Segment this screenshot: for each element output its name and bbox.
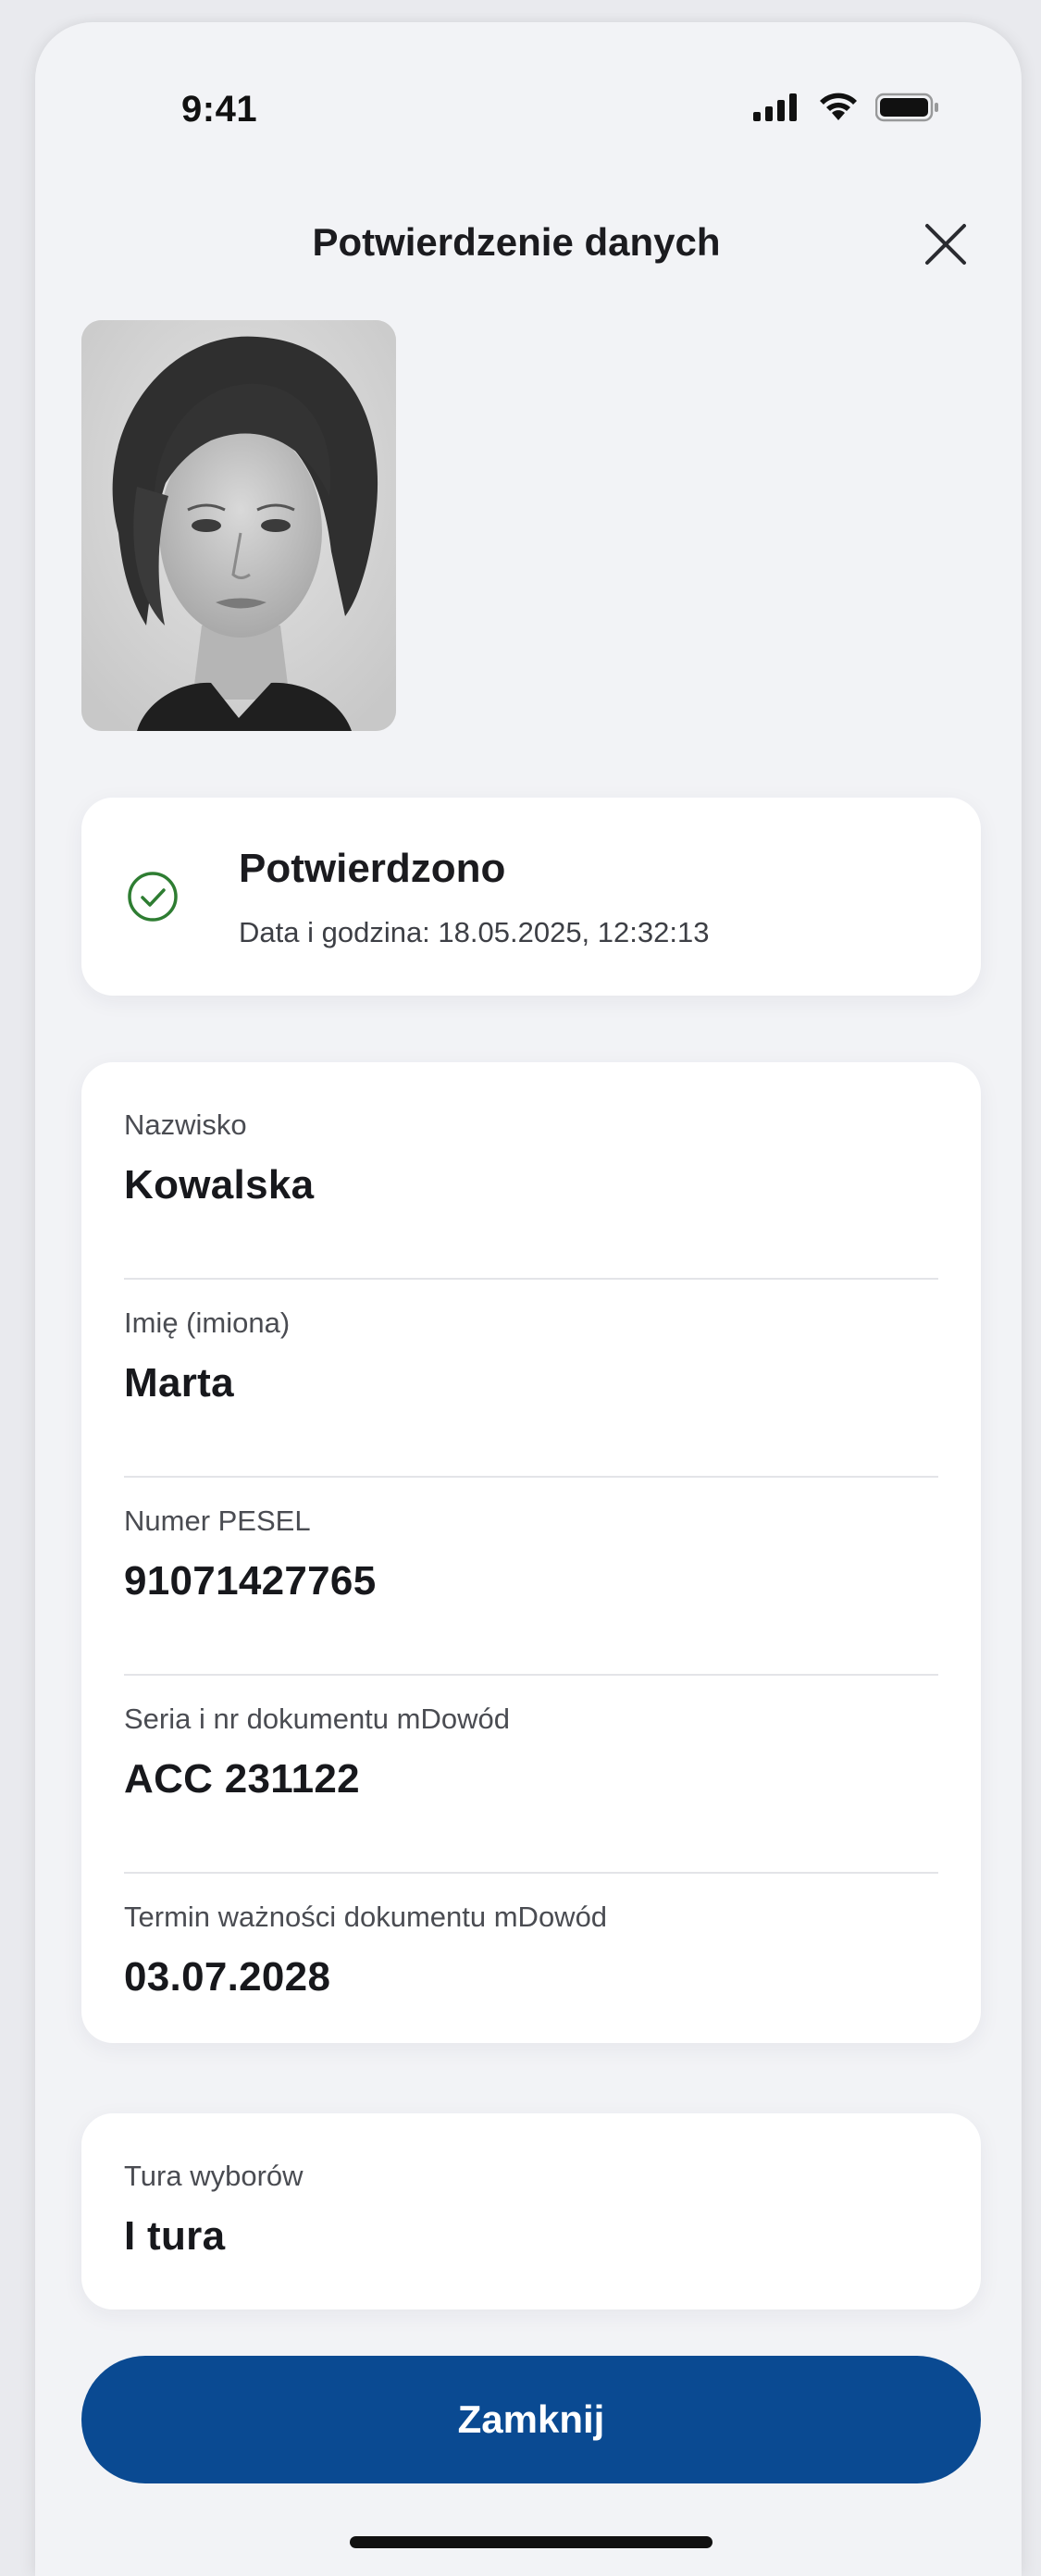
confirmation-timestamp: Data i godzina: 18.05.2025, 12:32:13 bbox=[239, 916, 710, 948]
field-value: ACC 231122 bbox=[124, 1756, 360, 1802]
field-first-name: Imię (imiona) Marta bbox=[124, 1260, 938, 1458]
field-surname: Nazwisko Kowalska bbox=[124, 1062, 938, 1260]
home-indicator[interactable] bbox=[350, 2536, 713, 2548]
election-round-card: Tura wyborów I tura bbox=[81, 2113, 981, 2310]
field-label: Termin ważności dokumentu mDowód bbox=[124, 1901, 608, 1933]
signal-icon bbox=[753, 93, 797, 121]
field-label: Imię (imiona) bbox=[124, 1307, 291, 1339]
field-label: Tura wyborów bbox=[124, 2160, 304, 2192]
page-title: Potwierdzenie danych bbox=[312, 220, 721, 264]
wifi-icon bbox=[820, 93, 857, 120]
phone-screen: 9:41 Potwierdzenie danych Potwierdzono D… bbox=[35, 22, 1022, 2576]
field-label: Nazwisko bbox=[124, 1108, 247, 1141]
field-document-expiry: Termin ważności dokumentu mDowód 03.07.2… bbox=[124, 1854, 938, 2052]
field-value: Kowalska bbox=[124, 1162, 315, 1208]
status-time: 9:41 bbox=[181, 89, 258, 130]
battery-icon bbox=[875, 93, 938, 122]
check-circle-icon bbox=[128, 872, 178, 922]
field-value: I tura bbox=[124, 2213, 226, 2259]
field-label: Seria i nr dokumentu mDowód bbox=[124, 1703, 510, 1735]
field-value: 03.07.2028 bbox=[124, 1954, 331, 2000]
field-pesel: Numer PESEL 91071427765 bbox=[124, 1458, 938, 1656]
confirmation-card: Potwierdzono Data i godzina: 18.05.2025,… bbox=[81, 798, 981, 996]
field-election-round: Tura wyborów I tura bbox=[124, 2113, 938, 2311]
confirmation-title: Potwierdzono bbox=[239, 846, 506, 891]
status-icons bbox=[753, 93, 940, 122]
field-label: Numer PESEL bbox=[124, 1505, 311, 1537]
field-document-number: Seria i nr dokumentu mDowód ACC 231122 bbox=[124, 1656, 938, 1854]
portrait-illustration bbox=[81, 320, 396, 731]
field-value: 91071427765 bbox=[124, 1558, 377, 1604]
close-icon bbox=[925, 224, 966, 265]
close-action-button[interactable]: Zamknij bbox=[81, 2356, 981, 2483]
field-value: Marta bbox=[124, 1360, 234, 1406]
close-button[interactable] bbox=[918, 217, 973, 272]
personal-data-card: Nazwisko Kowalska Imię (imiona) Marta Nu… bbox=[81, 1062, 981, 2043]
portrait-photo bbox=[81, 320, 396, 731]
